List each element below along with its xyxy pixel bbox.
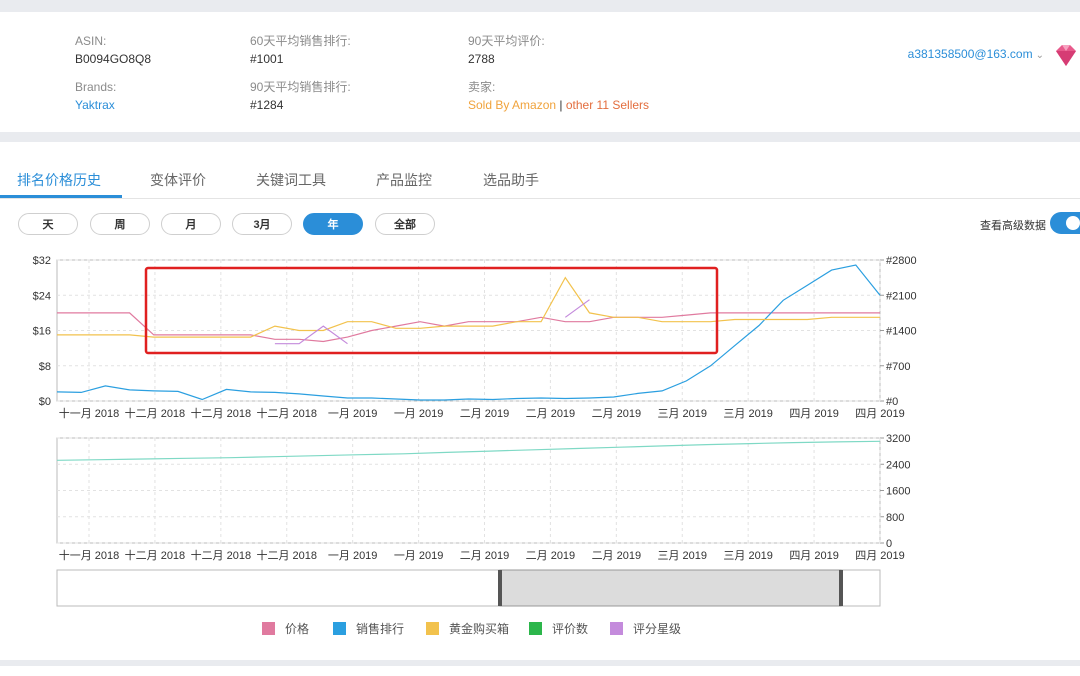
x2-tick-label: 十二月 2018	[191, 548, 252, 562]
x2-tick-label: 一月 2019	[328, 550, 378, 562]
legend-swatch	[426, 622, 439, 635]
legend-swatch	[610, 622, 623, 635]
y2-tick-label: 0	[886, 538, 892, 550]
x2-tick-label: 十二月 2018	[125, 548, 186, 562]
rating90-label: 90天平均评价:	[468, 34, 545, 48]
legend-rating[interactable]: 评分星级	[610, 620, 681, 637]
x-tick-label: 四月 2019	[855, 408, 905, 420]
rank60-label: 60天平均销售排行:	[250, 34, 351, 48]
rank90-value: #1284	[250, 98, 284, 112]
x-tick-label: 十二月 2018	[256, 406, 317, 420]
price-rank-chart: $32 #2800 $24 #2100 $16 #1400 $8 #700 $0 #0 十一月 20…	[33, 255, 917, 607]
y2-tick-label: 1600	[886, 486, 910, 498]
legend-buybox[interactable]: 黄金购买箱	[426, 620, 509, 637]
x-tick-label: 三月 2019	[657, 408, 707, 420]
seller-separator: |	[559, 98, 563, 112]
x2-tick-label: 二月 2019	[460, 550, 510, 562]
chart-panel: 排名价格历史 变体评价 关键词工具 产品监控 选品助手 天 周 月 3月 年 全…	[0, 142, 1080, 660]
legend-label: 评价数	[552, 622, 589, 636]
y2-tick-label: 3200	[886, 433, 910, 445]
range-selection	[499, 569, 842, 607]
asin-block: ASIN: B0094GO8Q8	[75, 32, 151, 68]
highlight-annotation-box	[144, 266, 719, 355]
legend-rank[interactable]: 销售排行	[333, 620, 404, 637]
account-menu[interactable]: a381358500@163.com ⌄	[908, 47, 1044, 61]
product-info-panel: ASIN: B0094GO8Q8 Brands: Yaktrax 60天平均销售…	[0, 12, 1080, 132]
y-right-tick-label: #2100	[886, 290, 917, 302]
top-strip	[0, 0, 1080, 8]
chevron-down-icon: ⌄	[1035, 50, 1044, 61]
x2-tick-label: 三月 2019	[723, 550, 773, 562]
seller-block: 卖家: Sold By Amazon | other 11 Sellers	[468, 78, 649, 114]
x2-tick-label: 一月 2019	[394, 550, 444, 562]
x2-tick-label: 二月 2019	[592, 550, 642, 562]
legend-swatch	[333, 622, 346, 635]
brands-block: Brands: Yaktrax	[75, 78, 116, 114]
legend-label: 评分星级	[633, 622, 682, 636]
chart2-frame	[56, 437, 881, 544]
y-left-tick-label: $0	[39, 396, 51, 408]
x2-tick-label: 十一月 2018	[59, 548, 120, 562]
bottom-panel	[0, 666, 1080, 676]
rating-series-line	[274, 299, 590, 345]
rank60-block: 60天平均销售排行: #1001	[250, 32, 351, 68]
x-tick-label: 一月 2019	[394, 408, 444, 420]
x-tick-label: 二月 2019	[460, 408, 510, 420]
x-tick-label: 十二月 2018	[191, 406, 252, 420]
y-left-tick-label: $16	[33, 326, 51, 338]
chart1-frame	[56, 259, 881, 402]
legend-swatch	[529, 622, 542, 635]
y2-tick-label: 2400	[886, 459, 910, 471]
rating90-value: 2788	[468, 52, 495, 66]
x-tick-label: 二月 2019	[526, 408, 576, 420]
rank90-label: 90天平均销售排行:	[250, 80, 351, 94]
legend-swatch	[262, 622, 275, 635]
range-handle-left	[498, 570, 502, 606]
range-handle-right	[839, 570, 843, 606]
y2-tick-label: 800	[886, 512, 904, 524]
rating90-block: 90天平均评价: 2788	[468, 32, 545, 68]
legend-review-count[interactable]: 评价数	[529, 620, 588, 637]
rank-series-line	[56, 264, 881, 401]
rank90-block: 90天平均销售排行: #1284	[250, 78, 351, 114]
legend-price[interactable]: 价格	[262, 620, 309, 637]
other-sellers-link[interactable]: other 11 Sellers	[566, 98, 649, 112]
y-right-tick-label: #1400	[886, 326, 917, 338]
y-left-tick-label: $8	[39, 361, 51, 373]
seller-amazon-link[interactable]: Sold By Amazon	[468, 98, 556, 112]
x-tick-label: 四月 2019	[789, 408, 839, 420]
x2-tick-label: 二月 2019	[526, 550, 576, 562]
x2-tick-label: 四月 2019	[789, 550, 839, 562]
y-right-tick-label: #0	[886, 396, 898, 408]
x2-tick-label: 三月 2019	[657, 550, 707, 562]
chart-legend: 价格 销售排行 黄金购买箱 评价数 评分星级	[0, 620, 1080, 640]
x-tick-label: 一月 2019	[328, 408, 378, 420]
y-left-tick-label: $32	[33, 255, 51, 267]
x-tick-label: 二月 2019	[592, 408, 642, 420]
brands-label: Brands:	[75, 80, 117, 94]
x2-tick-label: 十二月 2018	[256, 548, 317, 562]
seller-line: Sold By Amazon | other 11 Sellers	[468, 96, 649, 114]
x2-tick-label: 四月 2019	[855, 550, 905, 562]
x-tick-label: 三月 2019	[723, 408, 773, 420]
seller-label: 卖家:	[468, 80, 496, 94]
gem-icon[interactable]	[1052, 42, 1080, 70]
y-right-tick-label: #700	[886, 361, 910, 373]
legend-label: 销售排行	[356, 622, 405, 636]
x-tick-label: 十一月 2018	[59, 406, 120, 420]
review-count-series-line	[56, 440, 881, 461]
asin-label: ASIN:	[75, 34, 107, 48]
asin-value: B0094GO8Q8	[75, 52, 152, 66]
y-left-tick-label: $24	[33, 290, 51, 302]
legend-label: 价格	[285, 622, 310, 636]
rank60-value: #1001	[250, 52, 284, 66]
x-tick-label: 十二月 2018	[125, 406, 186, 420]
y-right-tick-label: #2800	[886, 255, 917, 267]
account-email: a381358500@163.com	[907, 47, 1033, 61]
legend-label: 黄金购买箱	[449, 622, 510, 636]
brand-link[interactable]: Yaktrax	[75, 96, 116, 114]
